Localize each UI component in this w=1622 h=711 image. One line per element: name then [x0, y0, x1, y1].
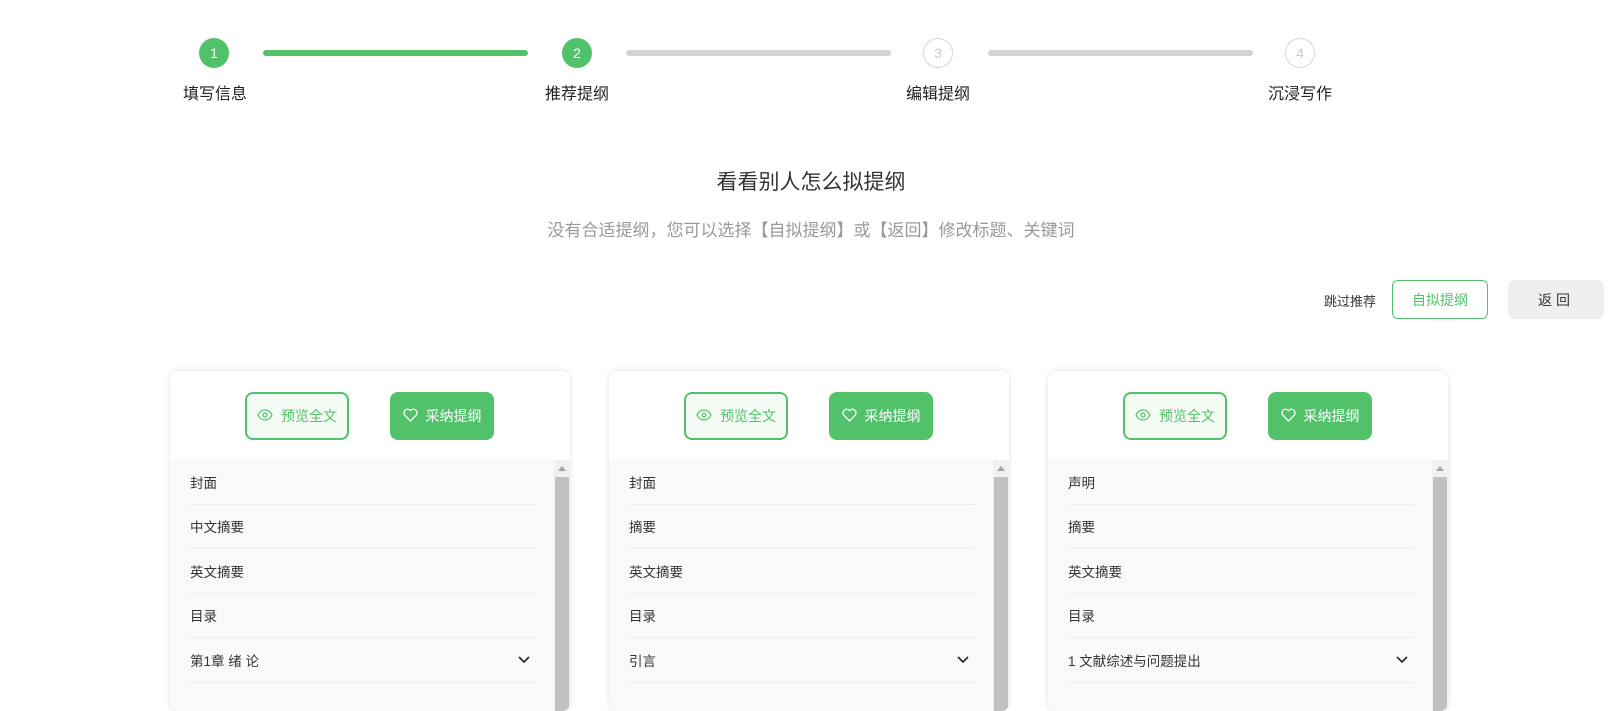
- heart-icon: [402, 408, 418, 425]
- outline-item-label: 第1章 绪 论: [190, 653, 260, 669]
- adopt-outline-button[interactable]: 采纳提纲: [390, 392, 494, 440]
- step-1-label: 填写信息: [182, 86, 247, 103]
- scrollbar[interactable]: [993, 460, 1009, 711]
- preview-fulltext-button[interactable]: 预览全文: [245, 392, 349, 440]
- outline-item-label: 封面: [190, 475, 217, 491]
- outline-item-label: 英文摘要: [190, 564, 244, 580]
- outline-item-label: 声明: [1068, 475, 1095, 491]
- outline-item[interactable]: 中文摘要: [190, 505, 536, 549]
- outline-item[interactable]: 1 文献综述与问题提出: [1068, 638, 1414, 683]
- step-connector-2: [626, 50, 891, 56]
- step-2-label: 推荐提纲: [544, 86, 609, 103]
- step-4-circle: 4: [1285, 38, 1315, 68]
- adopt-outline-button[interactable]: 采纳提纲: [1268, 392, 1372, 440]
- adopt-outline-button[interactable]: 采纳提纲: [829, 392, 933, 440]
- preview-label: 预览全文: [720, 408, 776, 424]
- back-button[interactable]: 返回: [1508, 280, 1604, 319]
- heart-icon: [1280, 408, 1296, 425]
- scroll-up-arrow-icon[interactable]: [997, 466, 1005, 471]
- outline-item-label: 英文摘要: [629, 564, 683, 580]
- step-2-circle: 2: [562, 38, 592, 68]
- outline-item[interactable]: 声明: [1068, 460, 1414, 505]
- outline-item[interactable]: 封面: [190, 460, 536, 505]
- heart-icon: [841, 408, 857, 425]
- chevron-down-icon[interactable]: [957, 652, 969, 667]
- step-3-circle: 3: [923, 38, 953, 68]
- skip-recommend-link[interactable]: 跳过推荐: [1324, 291, 1376, 310]
- outline-item-label: 1 文献综述与问题提出: [1068, 653, 1201, 669]
- outline-item-label: 目录: [629, 609, 656, 625]
- eye-icon: [696, 408, 712, 424]
- outline-item[interactable]: 封面: [629, 460, 975, 505]
- outline-item[interactable]: 摘要: [629, 505, 975, 549]
- outline-item-label: 中文摘要: [190, 520, 244, 536]
- page-subtitle: 没有合适提纲，您可以选择【自拟提纲】或【返回】修改标题、关键词: [547, 221, 1075, 240]
- outline-item-label: 目录: [190, 609, 217, 625]
- step-connector-1: [263, 50, 528, 56]
- outline-item[interactable]: 英文摘要: [1068, 549, 1414, 594]
- chevron-down-icon[interactable]: [1396, 652, 1408, 667]
- outline-item[interactable]: 摘要: [1068, 505, 1414, 549]
- outline-item-label: 引言: [629, 653, 656, 669]
- step-4-label: 沉浸写作: [1267, 86, 1332, 103]
- chevron-down-icon[interactable]: [518, 652, 530, 667]
- outline-item[interactable]: 目录: [1068, 594, 1414, 638]
- outline-item-label: 摘要: [1068, 520, 1095, 536]
- outline-item[interactable]: 英文摘要: [190, 549, 536, 594]
- outline-item[interactable]: 目录: [629, 594, 975, 638]
- scroll-up-arrow-icon[interactable]: [1436, 466, 1444, 471]
- scrollbar-thumb[interactable]: [994, 477, 1008, 711]
- preview-fulltext-button[interactable]: 预览全文: [684, 392, 788, 440]
- outline-item[interactable]: 目录: [190, 594, 536, 638]
- outline-item-label: 英文摘要: [1068, 564, 1122, 580]
- outline-card: 预览全文 采纳提纲 封面摘要英文摘要目录引言: [609, 371, 1009, 711]
- outline-list: 封面摘要英文摘要目录引言: [609, 460, 1009, 711]
- adopt-label: 采纳提纲: [425, 408, 482, 424]
- outline-item-label: 封面: [629, 475, 656, 491]
- preview-fulltext-button[interactable]: 预览全文: [1123, 392, 1227, 440]
- eye-icon: [1135, 408, 1151, 424]
- outline-card: 预览全文 采纳提纲 声明摘要英文摘要目录 1 文献综述与问题提出: [1048, 371, 1448, 711]
- outline-item-label: 摘要: [629, 520, 656, 536]
- step-connector-3: [988, 50, 1253, 56]
- outline-item-label: 目录: [1068, 609, 1095, 625]
- scroll-up-arrow-icon[interactable]: [558, 466, 566, 471]
- step-3-label: 编辑提纲: [905, 86, 970, 103]
- eye-icon: [257, 408, 273, 424]
- outline-list: 封面中文摘要英文摘要目录第1章 绪 论: [170, 460, 570, 711]
- outline-item[interactable]: 英文摘要: [629, 549, 975, 594]
- outline-item[interactable]: 第1章 绪 论: [190, 638, 536, 683]
- step-1-circle: 1: [199, 38, 229, 68]
- scrollbar[interactable]: [1432, 460, 1448, 711]
- preview-label: 预览全文: [281, 408, 337, 424]
- adopt-label: 采纳提纲: [1303, 408, 1360, 424]
- scrollbar-thumb[interactable]: [555, 477, 569, 711]
- scrollbar[interactable]: [554, 460, 570, 711]
- scrollbar-thumb[interactable]: [1433, 477, 1447, 711]
- page-title: 看看别人怎么拟提纲: [716, 171, 906, 194]
- outline-item[interactable]: 引言: [629, 638, 975, 683]
- outline-list: 声明摘要英文摘要目录 1 文献综述与问题提出: [1048, 460, 1448, 711]
- outline-card: 预览全文 采纳提纲 封面中文摘要英文摘要目录第1章 绪 论: [170, 371, 570, 711]
- custom-outline-button[interactable]: 自拟提纲: [1392, 280, 1488, 319]
- adopt-label: 采纳提纲: [864, 408, 921, 424]
- preview-label: 预览全文: [1159, 408, 1215, 424]
